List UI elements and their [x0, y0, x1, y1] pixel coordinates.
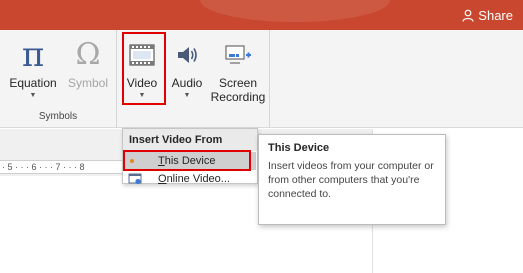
tooltip-body: Insert videos from your computer or from…: [268, 160, 434, 200]
menu-item-online-video[interactable]: Online Video...: [124, 170, 256, 188]
screen-record-icon: [225, 45, 251, 64]
menu-header: Insert Video From: [123, 129, 257, 151]
person-icon: [462, 9, 474, 22]
title-bar-decoration: [200, 0, 390, 22]
omega-icon: Ω: [75, 37, 101, 72]
pi-icon: π: [21, 35, 45, 75]
share-label: Share: [478, 7, 513, 23]
audio-label: Audio: [171, 76, 203, 90]
symbols-group: π Equation ▼ Ω Symbol Symbols: [0, 30, 117, 128]
chevron-down-icon: ▼: [29, 92, 37, 99]
chevron-down-icon: ▼: [183, 92, 191, 99]
equation-button[interactable]: π Equation ▼: [2, 36, 64, 106]
ribbon: π Equation ▼ Ω Symbol Symbols Video ▼ Au…: [0, 30, 523, 151]
title-bar: Share: [0, 0, 523, 30]
symbol-button[interactable]: Ω Symbol: [62, 36, 114, 106]
screen-recording-label-line1: Screen: [218, 76, 258, 90]
online-video-icon: [128, 173, 142, 185]
video-button-highlight: [122, 32, 166, 105]
screen-recording-label-line2: Recording: [210, 90, 266, 104]
this-device-tooltip: This Device Insert videos from your comp…: [258, 134, 446, 225]
this-device-highlight: [123, 150, 251, 171]
screen-recording-button[interactable]: Screen Recording: [208, 36, 268, 106]
equation-label: Equation: [9, 76, 57, 90]
symbol-label: Symbol: [67, 76, 108, 90]
symbols-group-label: Symbols: [38, 111, 78, 122]
audio-button[interactable]: Audio ▼: [168, 36, 206, 106]
online-video-label: Online Video...: [158, 173, 230, 185]
tooltip-title: This Device: [268, 142, 330, 154]
share-button[interactable]: Share: [462, 7, 513, 23]
ruler: · 5 · · · 6 · · · 7 · · · 8: [0, 160, 125, 174]
speaker-icon: [178, 47, 197, 63]
